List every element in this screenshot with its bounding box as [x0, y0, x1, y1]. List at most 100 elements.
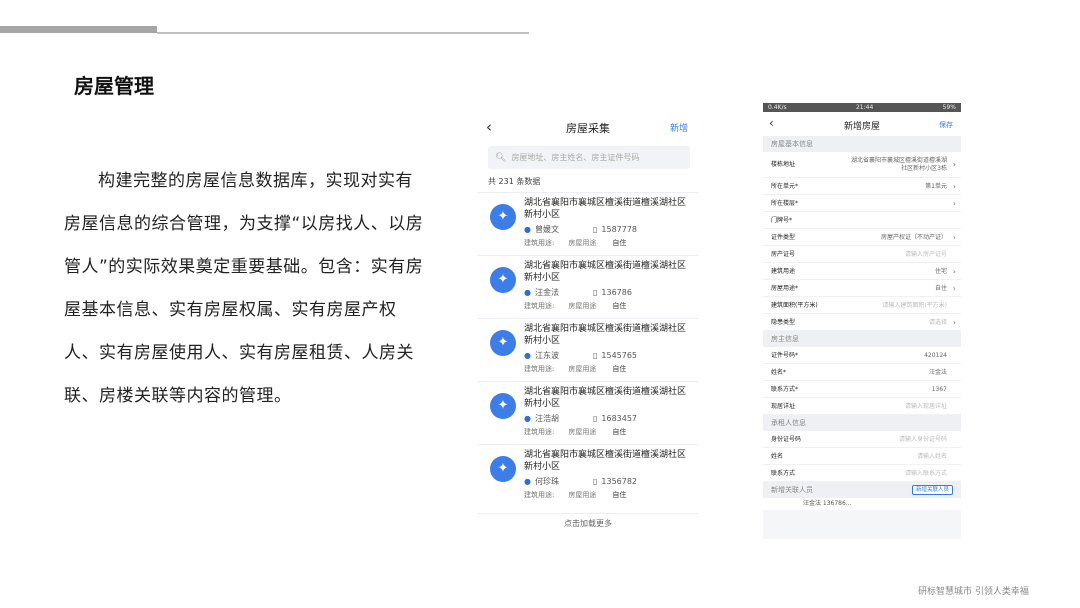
- field-value[interactable]: 请输入身份证号码: [899, 431, 947, 448]
- house-address: 湖北省襄阳市襄城区檀溪街道檀溪湖社区新村小区: [524, 198, 687, 220]
- status-time: 21:44: [855, 104, 874, 111]
- form-row[interactable]: 姓名 请输入姓名: [763, 448, 961, 465]
- building-use-label: 建筑用途:: [524, 428, 555, 436]
- chevron-right-icon: ›: [952, 199, 956, 208]
- field-value[interactable]: 第1单元: [925, 178, 947, 195]
- field-label: 门牌号*: [771, 217, 793, 224]
- section-tenant-info: 承租人信息: [763, 415, 961, 431]
- form-row[interactable]: 所在单元* 第1单元 ›: [763, 178, 961, 195]
- phone-icon: ▯: [592, 288, 598, 297]
- house-address: 湖北省襄阳市襄城区檀溪街道檀溪湖社区新村小区: [524, 387, 687, 409]
- house-use-value: 自住: [612, 239, 627, 247]
- field-value[interactable]: 请输入房产证号: [905, 246, 947, 263]
- related-person-row: 汪金法 136786...: [763, 498, 961, 510]
- form-row[interactable]: 所在楼层* ›: [763, 195, 961, 212]
- nav-bar: ‹ 新增房屋 保存: [763, 112, 961, 136]
- status-battery: 59%: [942, 104, 956, 111]
- list-item[interactable]: ✦ 湖北省襄阳市襄城区檀溪街道檀溪湖社区新村小区 ● 曾媛文 ▯ 1587778 建筑用途:…: [478, 192, 698, 255]
- field-label: 证件号码*: [771, 352, 799, 359]
- house-address: 湖北省襄阳市襄城区檀溪街道檀溪湖社区新村小区: [524, 261, 687, 283]
- load-more-link[interactable]: 点击加载更多: [478, 513, 698, 529]
- house-use-label: 房屋用途: [568, 428, 597, 436]
- house-collection-screen: ‹ 房屋采集 新增 🔍︎ 房屋地址、房主姓名、房主证件号码 共 231 条数据 …: [478, 110, 698, 535]
- search-input[interactable]: 🔍︎ 房屋地址、房主姓名、房主证件号码: [488, 146, 690, 169]
- form-row[interactable]: 现居详址 请输入现居详址: [763, 398, 961, 415]
- field-value[interactable]: 请输入姓名: [917, 448, 947, 465]
- form-row[interactable]: 建筑用途 住宅 ›: [763, 263, 961, 280]
- field-label: 隐患类型: [771, 319, 796, 326]
- add-button[interactable]: 新增: [670, 121, 688, 134]
- status-bar: 0.4K/s 21:44 59%: [763, 103, 961, 112]
- form-row[interactable]: 隐患类型 请选择 ›: [763, 314, 961, 331]
- field-value[interactable]: 1367: [932, 381, 947, 398]
- field-value[interactable]: 请输入现居详址: [905, 398, 947, 415]
- house-use-label: 房屋用途: [568, 365, 597, 373]
- field-label: 姓名*: [771, 369, 787, 376]
- building-use-label: 建筑用途:: [524, 365, 555, 373]
- list-item[interactable]: ✦ 湖北省襄阳市襄城区檀溪街道檀溪湖社区新村小区 ● 汪浩胡 ▯ 1683457 建筑用途:…: [478, 381, 698, 444]
- form-row[interactable]: 身份证号码 请输入身份证号码: [763, 431, 961, 448]
- field-value[interactable]: 420124: [924, 347, 947, 364]
- owner-phone: 1683457: [601, 414, 638, 423]
- record-count: 共 231 条数据: [488, 177, 541, 186]
- owner-name: 何珍珠: [534, 477, 559, 486]
- list-item[interactable]: ✦ 湖北省襄阳市襄城区檀溪街道檀溪湖社区新村小区 ● 何珍珠 ▯ 1356782 建筑用途:…: [478, 444, 698, 507]
- person-icon: ●: [524, 288, 531, 297]
- phone-icon: ▯: [592, 414, 598, 423]
- title-accent-bar: [0, 26, 157, 33]
- form-row[interactable]: 联系方式* 1367: [763, 381, 961, 398]
- screen-title: 新增房屋: [843, 122, 880, 132]
- form-row[interactable]: 门牌号*: [763, 212, 961, 229]
- section-related-persons: 新增关联人员 新增关联人员: [763, 482, 961, 498]
- field-value[interactable]: 房屋产权证（不动产证）: [881, 229, 947, 246]
- chevron-right-icon: ›: [952, 318, 956, 327]
- status-network: 0.4K/s: [768, 104, 787, 111]
- person-icon: ●: [524, 414, 531, 423]
- house-use-label: 房屋用途: [568, 491, 597, 499]
- list-item[interactable]: ✦ 湖北省襄阳市襄城区檀溪街道檀溪湖社区新村小区 ● 汪金法 ▯ 136786 建筑用途: 房…: [478, 255, 698, 318]
- field-label: 房产证号: [771, 251, 796, 258]
- field-value[interactable]: 湖北省襄阳市襄城区檀溪街道檀溪湖社区新村小区3栋: [851, 157, 947, 173]
- form-row[interactable]: 房屋用途* 自住 ›: [763, 280, 961, 297]
- person-icon: ●: [524, 351, 531, 360]
- person-icon: ●: [524, 225, 531, 234]
- person-icon: ●: [524, 477, 531, 486]
- field-label: 房屋用途*: [771, 285, 799, 292]
- add-related-person-button[interactable]: 新增关联人员: [911, 485, 953, 495]
- form-row[interactable]: 证件号码* 420124: [763, 347, 961, 364]
- owner-info-form: 证件号码* 420124 姓名* 汪金法 联系方式* 1367 现居详址 请输入现居详址: [763, 347, 961, 415]
- field-value[interactable]: 汪金法: [929, 364, 947, 381]
- house-icon: ✦: [490, 330, 516, 356]
- building-use-label: 建筑用途:: [524, 491, 555, 499]
- building-use-label: 建筑用途:: [524, 302, 555, 310]
- form-row[interactable]: 联系方式 请输入联系方式: [763, 465, 961, 482]
- section-related-label: 新增关联人员: [771, 486, 813, 494]
- house-use-value: 自住: [612, 428, 627, 436]
- house-address: 湖北省襄阳市襄城区檀溪街道檀溪湖社区新村小区: [524, 450, 687, 472]
- house-list: ✦ 湖北省襄阳市襄城区檀溪街道檀溪湖社区新村小区 ● 曾媛文 ▯ 1587778 建筑用途:…: [478, 192, 698, 507]
- house-icon: ✦: [490, 204, 516, 230]
- chevron-right-icon: ›: [952, 233, 956, 242]
- tenant-info-form: 身份证号码 请输入身份证号码 姓名 请输入姓名 联系方式 请输入联系方式: [763, 431, 961, 482]
- save-button[interactable]: 保存: [939, 120, 953, 130]
- field-label: 建筑面积(平方米): [771, 302, 818, 309]
- field-value[interactable]: 请输入建筑面积(平方米): [882, 297, 947, 314]
- field-value[interactable]: 请输入联系方式: [905, 465, 947, 482]
- chevron-right-icon: ›: [952, 160, 956, 169]
- form-row[interactable]: 证件类型 房屋产权证（不动产证） ›: [763, 229, 961, 246]
- house-use-label: 房屋用途: [568, 239, 597, 247]
- house-use-value: 自住: [612, 491, 627, 499]
- form-row[interactable]: 楼栋地址 湖北省襄阳市襄城区檀溪街道檀溪湖社区新村小区3栋 ›: [763, 152, 961, 178]
- field-value[interactable]: 请选择: [929, 314, 947, 331]
- field-value[interactable]: 自住: [935, 280, 947, 297]
- field-label: 现居详址: [771, 403, 796, 410]
- slide-body-text: 构建完整的房屋信息数据库，实现对实有房屋信息的综合管理，为支撑“以房找人、以房管…: [64, 171, 424, 406]
- list-item[interactable]: ✦ 湖北省襄阳市襄城区檀溪街道檀溪湖社区新村小区 ● 江东波 ▯ 1545765 建筑用途:…: [478, 318, 698, 381]
- form-row[interactable]: 姓名* 汪金法: [763, 364, 961, 381]
- form-row[interactable]: 房产证号 请输入房产证号: [763, 246, 961, 263]
- form-row[interactable]: 建筑面积(平方米) 请输入建筑面积(平方米): [763, 297, 961, 314]
- basic-info-form: 楼栋地址 湖北省襄阳市襄城区檀溪街道檀溪湖社区新村小区3栋 › 所在单元* 第1单元 › 所…: [763, 152, 961, 331]
- owner-name: 汪浩胡: [534, 414, 559, 423]
- building-use-label: 建筑用途:: [524, 239, 555, 247]
- field-value[interactable]: 住宅: [935, 263, 947, 280]
